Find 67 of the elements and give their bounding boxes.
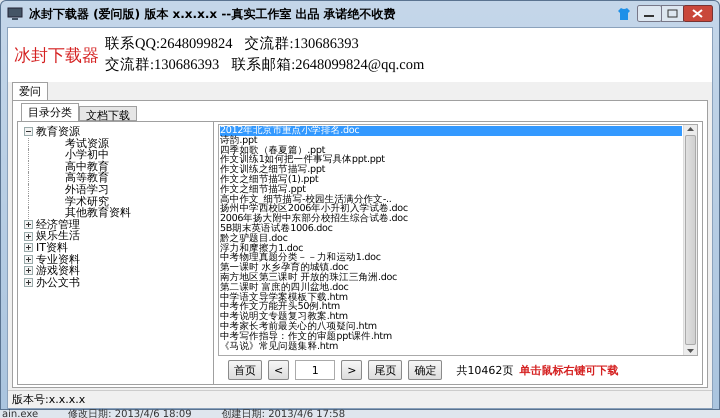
contact-text: 联系QQ:2648099824 — [105, 35, 232, 54]
file-item[interactable]: 2006年扬大附中东部分校招生综合试卷.doc — [220, 214, 682, 224]
download-hint: 单击鼠标右键可下载 — [519, 362, 618, 378]
tree-item[interactable]: 经济管理 — [36, 218, 80, 230]
file-item[interactable]: 高中作文_细节描写-校园生活满分作文-.. — [220, 194, 682, 204]
collapse-icon[interactable] — [24, 127, 33, 136]
file-item[interactable]: 作文训练之细节描写.ppt — [220, 165, 682, 175]
expand-icon[interactable] — [24, 220, 33, 230]
tree-item[interactable]: 外语学习 — [65, 182, 109, 196]
contact-text: 交流群:130686393 — [244, 34, 359, 54]
file-item[interactable]: 作文训练1如何把一件事写具体ppt.ppt — [220, 155, 682, 166]
background-text: ain.exe — [2, 410, 38, 418]
expand-icon[interactable] — [24, 232, 33, 241]
tree-item[interactable]: 其他教育资料 — [65, 206, 131, 220]
tab[interactable]: 爱问 — [12, 82, 48, 100]
tree-item[interactable]: 学术研究 — [65, 194, 109, 208]
tree-item[interactable]: IT资料 — [36, 242, 68, 254]
file-item[interactable]: 第一课时 水乡孕育的城镇.doc — [220, 263, 682, 273]
file-item[interactable]: 四季如歌（春夏篇）.ppt — [220, 146, 682, 156]
file-item[interactable]: 扬州中学西校区2006年小升初入学试卷.doc — [220, 204, 682, 214]
page-input[interactable]: 1 — [295, 360, 336, 380]
file-item[interactable]: 浮力和摩擦力1.doc — [220, 244, 682, 254]
page-count: 共10462页 — [456, 362, 514, 378]
window-title: 冰封下载器 (爱问版) 版本 x.x.x.x --真实工作室 出品 承诺绝不收费 — [29, 6, 397, 22]
tree-item[interactable]: 专业资料 — [36, 254, 80, 266]
file-item[interactable]: 中考作文万能开头50例.htm — [220, 302, 682, 312]
tree-item[interactable]: 办公文书 — [36, 276, 80, 288]
file-item[interactable]: 中考说明文专题复习教案.htm — [220, 312, 682, 322]
next-page-button[interactable]: > — [341, 360, 362, 380]
expand-icon[interactable] — [24, 243, 33, 252]
tree-item[interactable]: 考试资源 — [65, 136, 109, 150]
expand-icon[interactable] — [24, 254, 33, 264]
tree-item[interactable]: 小学初中 — [65, 148, 109, 162]
file-item[interactable]: 诗韵.ppt — [220, 136, 682, 146]
tree-item[interactable]: 游戏资料 — [36, 265, 80, 277]
scroll-up-icon[interactable] — [687, 127, 694, 131]
file-item[interactable]: 南方地区第三课时 开放的珠江三角洲.doc — [220, 272, 682, 283]
scroll-down-icon[interactable] — [687, 349, 694, 353]
version-text: 版本号:x.x.x.x — [12, 392, 86, 407]
file-item[interactable]: 中学语文导学案模板下载.htm — [220, 292, 682, 302]
file-item[interactable]: 黔之驴题目.doc — [220, 234, 682, 244]
file-item[interactable]: 第二课时 富庶的四川盆地.doc — [220, 282, 682, 293]
tree-item[interactable]: 高等教育 — [65, 171, 109, 184]
tree-item[interactable]: 娱乐生活 — [36, 230, 80, 242]
file-item[interactable]: 作文之细节描写(1).ppt — [220, 174, 682, 185]
last-page-button[interactable]: 尾页 — [368, 360, 402, 380]
brand-title: 冰封下载器 — [14, 44, 99, 66]
first-page-button[interactable]: 首页 — [228, 360, 262, 380]
expand-icon[interactable] — [24, 278, 33, 288]
expand-icon[interactable] — [24, 266, 33, 276]
background-text: 创建日期: 2013/4/6 17:58 — [222, 410, 346, 418]
previous-page-button[interactable]: < — [268, 360, 290, 380]
file-item[interactable]: 作文之细节描写.ppt — [220, 184, 682, 195]
file-item[interactable]: 5B期末英语试卷1006.doc — [220, 224, 682, 234]
file-item[interactable]: 中考写作指导：作文的审题ppt课件.htm — [220, 332, 682, 342]
tab[interactable]: 目录分类 — [21, 103, 79, 121]
contact-text: 交流群:130686393 — [105, 56, 220, 75]
contact-text: 联系邮箱:2648099824@qq.com — [231, 56, 424, 75]
window-controls[interactable] — [637, 5, 713, 23]
app-icon — [7, 7, 23, 21]
tree-item[interactable]: 高中教育 — [65, 160, 109, 173]
scrollbar[interactable] — [683, 125, 697, 355]
tree-item[interactable]: 教育资源 — [36, 126, 80, 138]
file-item[interactable]: 《马说》常见问题集释.htm — [220, 342, 682, 352]
file-item[interactable]: 中考家长考前最关心的八项疑问.htm — [220, 322, 682, 332]
confirm-button[interactable]: 确定 — [408, 360, 442, 380]
tab[interactable]: 文档下载 — [79, 106, 137, 121]
